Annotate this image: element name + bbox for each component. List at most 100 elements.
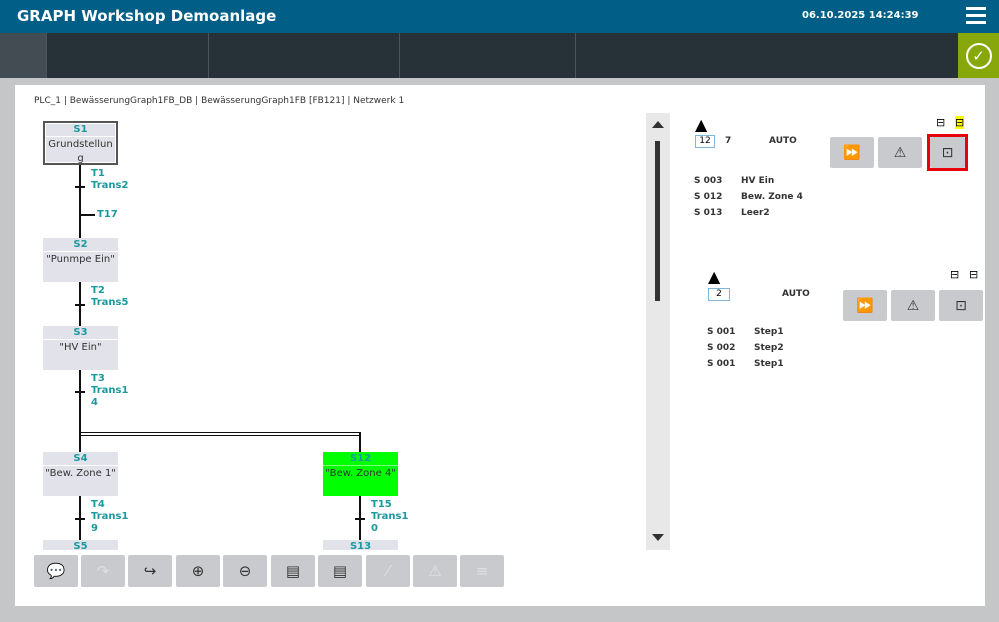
transition-t1[interactable]: T1 Trans2 [91,168,128,192]
supervision-button[interactable]: ⚠ [413,555,457,587]
active-step-count: 12 [695,135,715,148]
skip-button[interactable]: ⏩ [843,290,887,321]
scroll-thumb[interactable] [655,141,660,301]
comment-button[interactable]: 💬 [34,555,78,587]
status-ok-button[interactable]: ✓ [958,33,999,78]
step-row[interactable]: S 013 Leer2 [694,205,803,221]
active-step-count: 2 [708,288,730,301]
step-name: "Punmpe Ein" [46,254,115,265]
alarm-button[interactable]: ⚠ [878,137,922,168]
zoom-out-icon: ⊖ [238,562,252,580]
step-id: S 013 [694,208,723,218]
step-s1[interactable]: S1 Grundstellun g [43,121,118,165]
alarm-window-icon: ⚠ [906,297,920,314]
alarm-button[interactable]: ⚠ [891,290,935,321]
step-id: S 001 [707,359,736,369]
scroll-down-icon[interactable] [652,534,664,541]
supervision-icon: ⚠ [428,562,442,580]
sequence-view-button[interactable]: ⊡ [939,290,983,321]
step-s3[interactable]: S3 "HV Ein" [43,326,118,370]
step-s5[interactable]: S5 [43,540,118,550]
breadcrumb: PLC_1 | BewässerungGraph1FB_DB | Bewässe… [34,96,405,106]
header-bar: GRAPH Workshop Demoanlage 06.10.2025 14:… [0,0,999,33]
step-name: Step1 [754,327,784,337]
transition-name: Trans5 [91,297,129,308]
jump-icon: ↪ [143,562,157,580]
step-s2[interactable]: S2 "Punmpe Ein" [43,238,118,282]
jump-back-button[interactable]: ↷ [81,555,125,587]
mode-label: AUTO [769,136,797,146]
transition-bar [75,304,85,306]
step-name: "Bew. Zone 1" [45,468,116,479]
step-row[interactable]: S 001 Step1 [707,324,784,340]
transition-name: 4 [91,397,98,408]
alarm-window-icon: ⚠ [893,144,907,161]
step-s4[interactable]: S4 "Bew. Zone 1" [43,452,118,496]
vertical-scrollbar[interactable] [646,113,670,550]
transition-t3[interactable]: T3 Trans1 4 [91,373,128,409]
step-name: g [77,153,84,164]
sequence-view-button[interactable]: ⊡ [930,137,965,168]
nav-segment[interactable] [0,33,47,78]
nav-bar [0,33,999,78]
transition-number: T3 [91,373,105,384]
nav-segment[interactable] [47,33,209,78]
transition-bar [75,518,85,520]
step-row[interactable]: S 012 Bew. Zone 4 [694,189,803,205]
interlock-button[interactable]: ≡ [460,555,504,587]
step-id: S 001 [707,327,736,337]
step-row[interactable]: S 001 Step1 [707,356,784,372]
hamburger-menu-icon[interactable] [966,7,986,25]
download-icon: ⊟ [936,116,946,129]
step-id: S 012 [694,192,723,202]
comment-icon: 💬 [46,562,66,580]
step-list: S 003 HV Ein S 012 Bew. Zone 4 S 013 Leer2 [694,173,803,221]
interlock-icon: ≡ [475,562,489,580]
sequence-icon: ⊡ [941,144,954,161]
jump-back-icon: ↷ [96,562,110,580]
transition-name: Trans1 [371,511,409,522]
scroll-up-icon[interactable] [652,121,664,128]
transition-number: T4 [91,499,105,510]
warning-icon: ▲ [708,267,721,286]
step-list: S 001 Step1 S 002 Step2 S 001 Step1 [707,324,784,372]
jump-label-t17[interactable]: T17 [97,209,118,221]
jump-button[interactable]: ↪ [128,555,172,587]
app-title: GRAPH Workshop Demoanlage [17,7,277,25]
zoom-out-button[interactable]: ⊖ [223,555,267,587]
manual-mode-button[interactable]: ▤ [271,555,315,587]
step-name: "HV Ein" [59,342,102,353]
skip-button[interactable]: ⏩ [830,137,874,168]
transition-name: Trans1 [91,385,129,396]
transition-number: T2 [91,285,105,296]
transfer-icon: ⊟ [969,268,979,281]
step-s12-active[interactable]: S12 "Bew. Zone 4" [323,452,398,496]
transition-t2[interactable]: T2 Trans5 [91,285,128,309]
step-row[interactable]: S 002 Step2 [707,340,784,356]
mode-label: AUTO [782,289,810,299]
transition-condition-icon: ⁄ [386,562,390,580]
step-name: Bew. Zone 4 [741,192,803,202]
transition-name: 9 [91,523,98,534]
overview-zoom-icon: ▤ [332,562,348,580]
zoom-in-button[interactable]: ⊕ [176,555,220,587]
transition-condition-button[interactable]: ⁄ [366,555,410,587]
overview-zoom-button[interactable]: ▤ [318,555,362,587]
step-name: HV Ein [741,176,775,186]
jump-arrow [81,214,95,216]
transition-t15[interactable]: T15 Trans1 0 [371,499,408,535]
fast-forward-icon: ⏩ [843,144,861,161]
sequence-line [79,165,81,238]
nav-segment[interactable] [209,33,400,78]
step-row[interactable]: S 003 HV Ein [694,173,803,189]
warning-icon: ▲ [695,115,708,134]
transition-t4[interactable]: T4 Trans1 9 [91,499,128,535]
step-name: "Bew. Zone 4" [325,468,396,479]
transition-name: 0 [371,523,378,534]
step-count: 7 [725,136,732,146]
transition-bar [75,186,85,188]
step-number: S13 [323,540,398,550]
sequence-line [79,370,81,452]
nav-segment[interactable] [400,33,576,78]
step-s13[interactable]: S13 [323,540,398,550]
